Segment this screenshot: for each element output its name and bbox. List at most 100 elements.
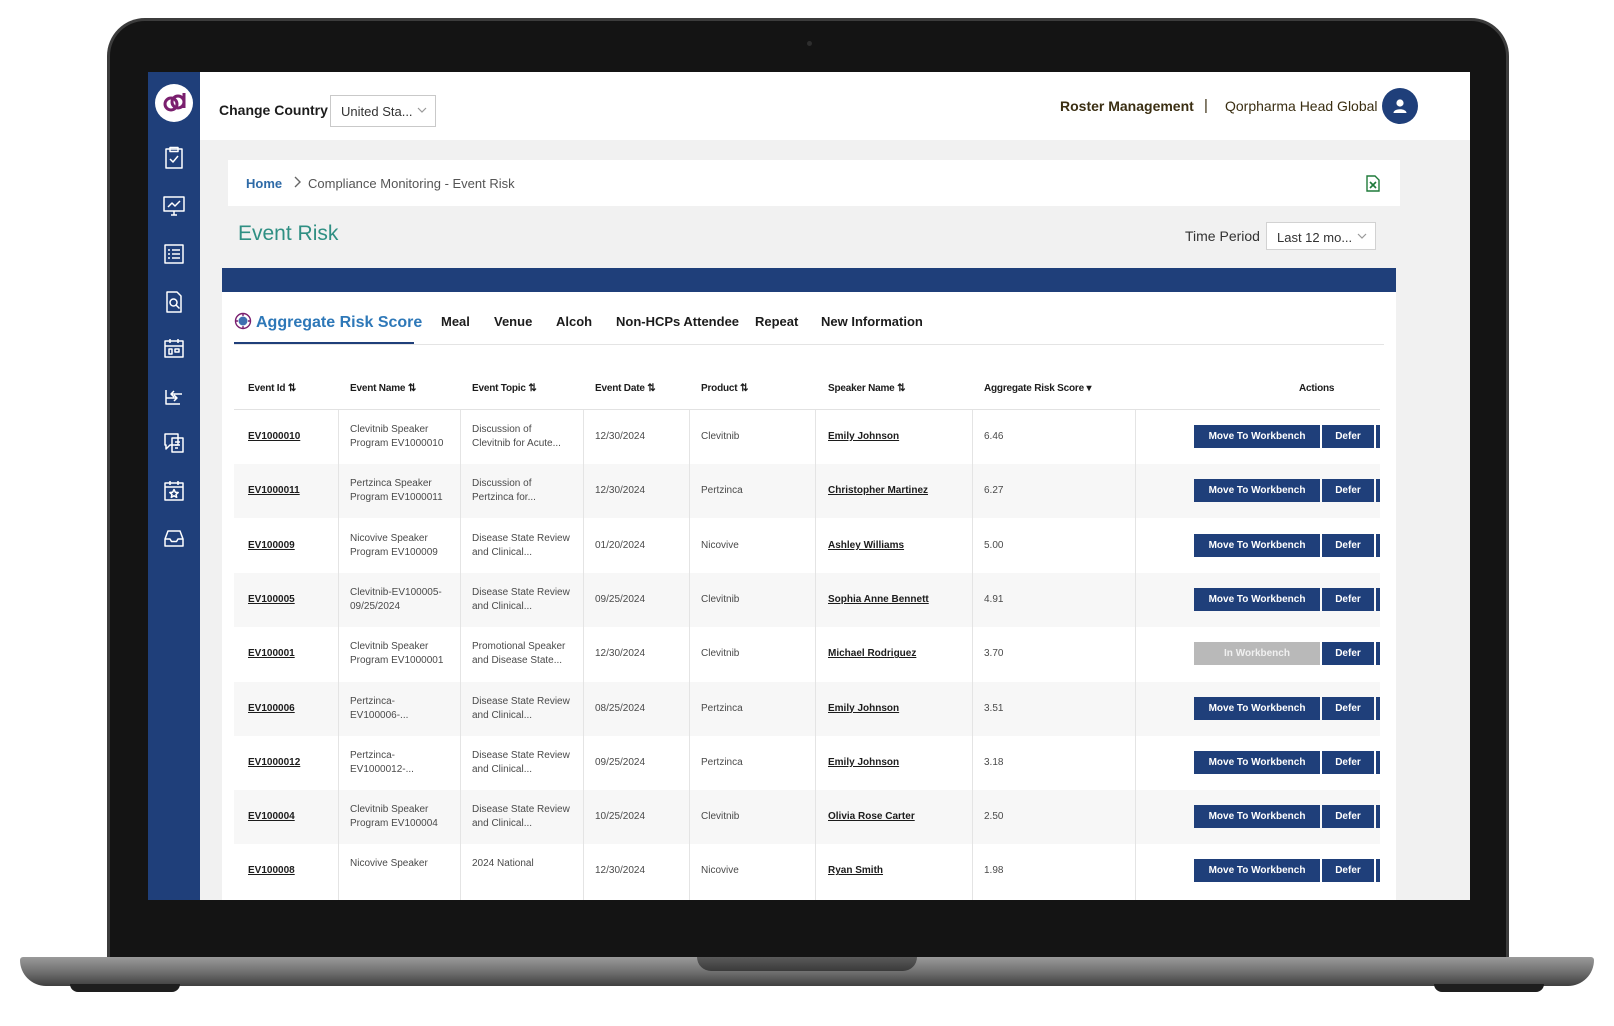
event-name-line: Program EV1000010 [350,438,444,449]
risk-score-cell: 4.91 [984,593,1004,605]
risk-score-icon [234,312,256,331]
defer-button[interactable]: Defer [1322,642,1374,666]
tab-label: Non-HCPs Attendee [616,314,740,329]
speaker-name-link[interactable]: Emily Johnson [828,702,899,716]
more-actions-button[interactable] [1376,479,1380,503]
roster-management-link[interactable]: Roster Management [1060,98,1194,114]
event-topic-line: 2024 National [472,858,534,870]
list-form-icon[interactable] [162,242,186,266]
move-to-workbench-button[interactable]: Move To Workbench [1194,533,1320,557]
event-id-link[interactable]: EV100001 [248,647,295,661]
sort-icon: ⇅ [285,383,297,394]
tab-new-information[interactable]: New Information [821,314,923,329]
column-header-event-id[interactable]: Event Id ⇅ [248,383,296,394]
column-header-event-date[interactable]: Event Date ⇅ [595,383,656,394]
arrows-transfer-icon[interactable] [162,384,186,408]
more-actions-button[interactable] [1376,587,1380,611]
defer-button[interactable]: Defer [1322,696,1374,720]
inbox-tray-icon[interactable] [162,526,186,550]
tab-aggregate-risk-score[interactable]: Aggregate Risk Score [234,312,422,332]
speaker-name-link[interactable]: Michael Rodriguez [828,647,916,661]
more-actions-button[interactable] [1376,805,1380,829]
defer-button[interactable]: Defer [1322,750,1374,774]
event-name-cell: Clevitnib Speaker Program EV100004 [350,803,460,831]
excel-export-icon[interactable] [1366,175,1380,192]
event-id-link[interactable]: EV100009 [248,539,295,553]
tab-repeat[interactable]: Repeat [755,314,798,329]
column-header-label: Actions [1299,383,1335,394]
breadcrumb-path: Compliance Monitoring - Event Risk [308,176,515,191]
more-actions-button[interactable] [1376,533,1380,557]
event-id-link[interactable]: EV1000010 [248,430,300,444]
calendar-grid-icon[interactable] [162,336,186,360]
more-actions-button[interactable] [1376,696,1380,720]
move-to-workbench-button[interactable]: Move To Workbench [1194,696,1320,720]
event-topic-line: and Clinical... [472,546,533,558]
more-actions-button[interactable] [1376,425,1380,448]
column-header-aggregate-risk-score[interactable]: Aggregate Risk Score ▾ [984,383,1092,394]
event-name-line: Pertzinca- [350,749,396,761]
user-avatar-icon[interactable] [1382,88,1418,124]
event-name-line: Clevitnib Speaker [350,804,429,816]
qd-logo-icon[interactable] [155,84,193,122]
event-star-icon[interactable] [162,478,186,502]
defer-button[interactable]: Defer [1322,533,1374,557]
country-select[interactable]: United Sta... [330,95,436,127]
more-actions-button[interactable] [1376,750,1380,774]
defer-button[interactable]: Defer [1322,479,1374,503]
column-divider [689,410,690,900]
column-header-label: Event Topic [472,383,526,394]
speaker-name-link[interactable]: Olivia Rose Carter [828,810,915,824]
column-header-event-topic[interactable]: Event Topic ⇅ [472,383,537,394]
chevron-down-icon [417,107,427,113]
org-name[interactable]: Qorpharma Head Global [1225,98,1378,114]
event-id-link[interactable]: EV1000012 [248,756,300,770]
tab-meal[interactable]: Meal [441,314,470,329]
defer-button[interactable]: Defer [1322,859,1374,883]
monitor-chart-icon[interactable] [162,194,186,218]
move-to-workbench-button[interactable]: Move To Workbench [1194,859,1320,883]
time-period-select[interactable]: Last 12 mo... [1266,222,1376,250]
tab-non-hcps-attendee[interactable]: Non-HCPs Attendee [616,314,739,329]
clipboard-check-icon[interactable] [162,146,186,170]
speaker-name-link[interactable]: Christopher Martinez [828,484,928,498]
product-cell: Pertzinca [701,702,743,714]
event-date-cell: 12/30/2024 [595,485,646,497]
more-actions-button[interactable] [1376,859,1380,883]
speaker-name-link[interactable]: Emily Johnson [828,430,899,444]
column-header-product[interactable]: Product ⇅ [701,383,748,394]
speaker-name-link[interactable]: Ashley Williams [828,539,904,553]
column-header-event-name[interactable]: Event Name ⇅ [350,383,416,394]
sort-icon: ⇅ [525,383,537,394]
move-to-workbench-button[interactable]: Move To Workbench [1194,805,1320,829]
move-to-workbench-button[interactable]: Move To Workbench [1194,750,1320,774]
defer-button[interactable]: Defer [1322,805,1374,829]
speaker-name-link[interactable]: Ryan Smith [828,864,883,878]
more-actions-button[interactable] [1376,642,1380,666]
defer-button[interactable]: Defer [1322,425,1374,448]
event-topic-cell: Disease State Review and Clinical... [472,803,582,831]
move-to-workbench-button[interactable]: Move To Workbench [1194,425,1320,448]
chat-document-icon[interactable] [162,430,186,454]
event-id-link[interactable]: EV100008 [248,864,295,878]
tab-alcoh[interactable]: Alcoh [556,314,592,329]
page-title: Event Risk [238,222,339,245]
move-to-workbench-button[interactable]: Move To Workbench [1194,479,1320,503]
column-header-label: Aggregate Risk Score [984,383,1084,394]
event-id-link[interactable]: EV100004 [248,810,295,824]
event-date-cell: 12/30/2024 [595,865,646,877]
speaker-name-link[interactable]: Emily Johnson [828,756,899,770]
tab-venue[interactable]: Venue [494,314,532,329]
event-id-link[interactable]: EV100005 [248,593,295,607]
event-topic-cell: Promotional Speaker and Disease State... [472,640,582,668]
column-header-speaker-name[interactable]: Speaker Name ⇅ [828,383,905,394]
event-id-link[interactable]: EV1000011 [248,484,300,498]
breadcrumb-home-link[interactable]: Home [246,176,282,191]
event-date-cell: 12/30/2024 [595,648,646,660]
move-to-workbench-button[interactable]: Move To Workbench [1194,587,1320,611]
event-id-link[interactable]: EV100006 [248,702,295,716]
defer-button[interactable]: Defer [1322,587,1374,611]
speaker-name-link[interactable]: Sophia Anne Bennett [828,593,929,607]
document-search-icon[interactable] [162,290,186,314]
event-name-line: Program EV100009 [350,546,438,558]
